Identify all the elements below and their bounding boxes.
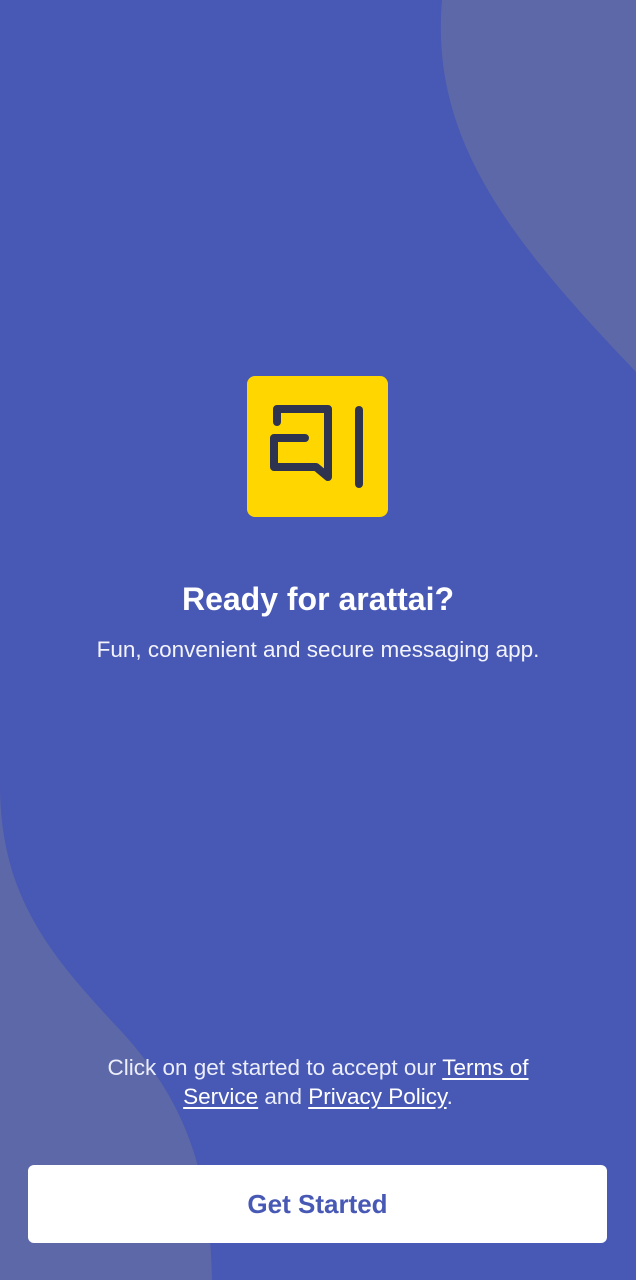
privacy-policy-link[interactable]: Privacy Policy — [308, 1084, 446, 1109]
terms-prefix: Click on get started to accept our — [107, 1055, 443, 1080]
top-right-wave — [440, 0, 636, 372]
welcome-title: Ready for arattai? — [181, 581, 455, 617]
welcome-subtitle: Fun, convenient and secure messaging app… — [96, 637, 540, 662]
get-started-button[interactable]: Get Started — [28, 1165, 607, 1243]
terms-suffix: . — [446, 1084, 453, 1109]
terms-conjunction: and — [258, 1084, 309, 1109]
terms-notice: Click on get started to accept our Terms… — [70, 1053, 566, 1111]
arattai-logo-icon — [247, 376, 388, 517]
